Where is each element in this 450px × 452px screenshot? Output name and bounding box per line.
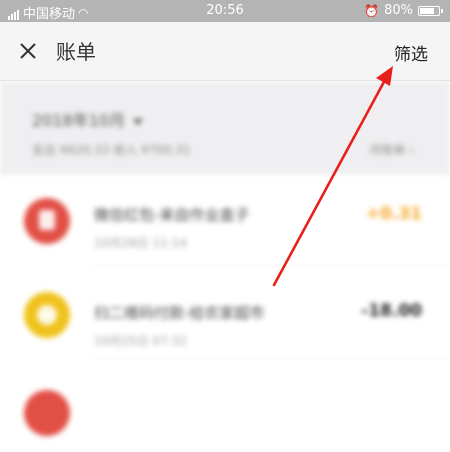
- transaction-row[interactable]: 扫二维码付款-给农家超市 10月25日 07:32 -18.00: [0, 268, 450, 360]
- filter-button[interactable]: 筛选: [394, 40, 428, 65]
- header-bar: 账单 筛选: [0, 22, 450, 81]
- transaction-row[interactable]: 微信红包-来自作业盒子 10月28日 11:14 +0.31: [0, 176, 450, 268]
- alarm-icon: ⏰: [364, 3, 380, 18]
- battery-icon: [418, 5, 443, 16]
- red-envelope-icon: [24, 390, 70, 436]
- month-summary-section: 2018年10月 支出 ¥620.33 收入 ¥700.31 月账单 ›: [0, 81, 450, 176]
- transaction-amount: +0.31: [365, 204, 422, 224]
- battery-level: [420, 7, 434, 14]
- battery-percent: 80%: [384, 3, 413, 18]
- month-selector[interactable]: 2018年10月: [32, 107, 144, 131]
- status-bar: 中国移动 ◠ 20:56 ⏰ 80%: [0, 0, 450, 22]
- page-title: 账单: [56, 40, 96, 64]
- money-bag-icon: [24, 292, 70, 338]
- red-envelope-icon: [24, 198, 70, 244]
- month-label: 2018年10月: [32, 111, 126, 130]
- chevron-down-icon: [133, 118, 144, 125]
- transaction-title: 微信红包-来自作业盒子: [94, 206, 250, 224]
- month-totals: 支出 ¥620.33 收入 ¥700.31: [32, 143, 191, 157]
- transaction-amount: -18.00: [361, 301, 422, 321]
- transaction-title: 扫二维码付款-给农家超市: [94, 304, 265, 322]
- transaction-time: 10月28日 11:14: [94, 236, 187, 250]
- monthly-report-link[interactable]: 月账单 ›: [363, 139, 420, 160]
- close-icon[interactable]: [18, 41, 38, 61]
- status-right: ⏰ 80%: [364, 3, 443, 18]
- transaction-row[interactable]: [0, 360, 450, 452]
- transaction-time: 10月25日 07:32: [94, 334, 187, 348]
